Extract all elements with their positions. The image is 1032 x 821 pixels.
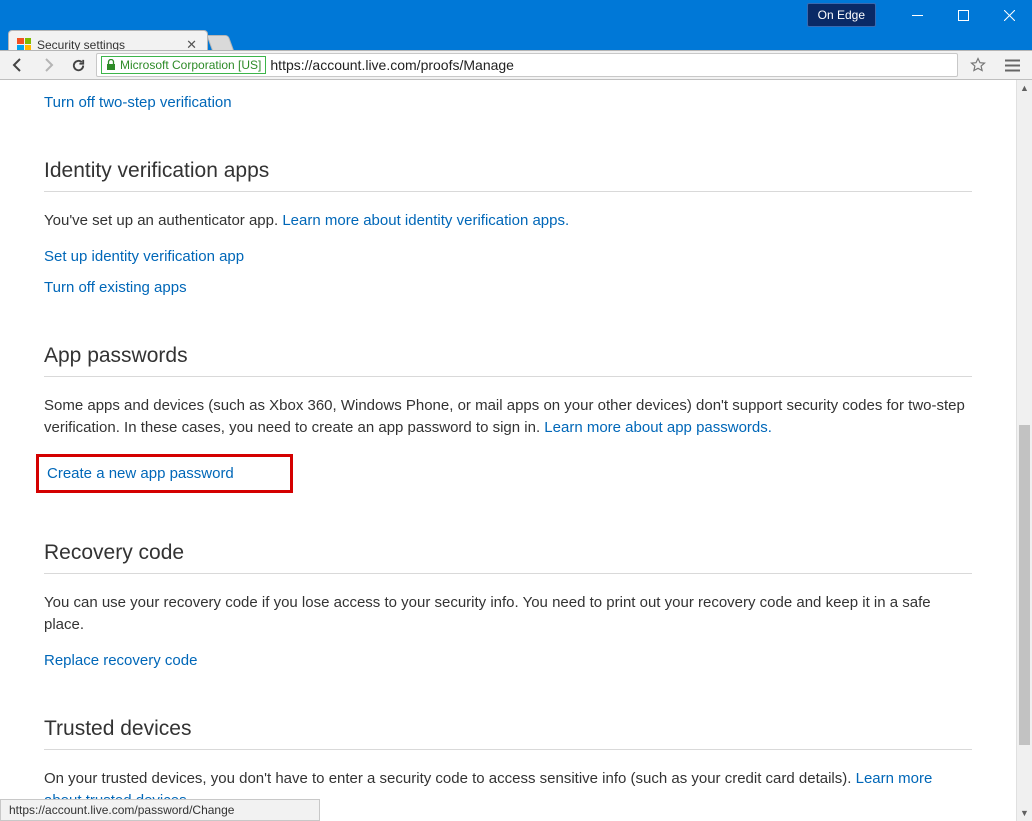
highlight-annotation: Create a new app password — [36, 454, 293, 493]
minimize-button[interactable] — [894, 0, 940, 30]
forward-button[interactable] — [36, 53, 60, 77]
address-bar[interactable]: Microsoft Corporation [US] https://accou… — [96, 53, 958, 77]
identity-text: You've set up an authenticator app. Lear… — [44, 210, 972, 232]
section-app-passwords: App passwords Some apps and devices (suc… — [44, 344, 972, 494]
turn-off-existing-apps-link[interactable]: Turn off existing apps — [44, 279, 972, 296]
vertical-scrollbar[interactable]: ▲ ▼ — [1016, 80, 1032, 821]
back-button[interactable] — [6, 53, 30, 77]
bookmark-star-icon[interactable] — [964, 53, 992, 77]
scroll-thumb[interactable] — [1019, 425, 1030, 745]
app-passwords-heading: App passwords — [44, 344, 972, 377]
maximize-button[interactable] — [940, 0, 986, 30]
url-text: https://account.live.com/proofs/Manage — [270, 57, 514, 73]
scroll-up-arrow-icon[interactable]: ▲ — [1017, 80, 1032, 96]
setup-identity-app-link[interactable]: Set up identity verification app — [44, 248, 972, 265]
identity-learn-more-link[interactable]: Learn more about identity verification a… — [282, 212, 569, 229]
replace-recovery-code-link[interactable]: Replace recovery code — [44, 652, 972, 669]
reload-button[interactable] — [66, 53, 90, 77]
close-button[interactable] — [986, 0, 1032, 30]
on-edge-badge: On Edge — [807, 3, 876, 27]
app-passwords-learn-more-link[interactable]: Learn more about app passwords. — [544, 419, 772, 436]
section-identity-apps: Identity verification apps You've set up… — [44, 159, 972, 296]
create-app-password-link[interactable]: Create a new app password — [47, 465, 234, 482]
hamburger-menu-icon[interactable] — [998, 53, 1026, 77]
page-content: Turn off two-step verification Identity … — [0, 80, 1016, 821]
status-url: https://account.live.com/password/Change — [9, 803, 234, 817]
recovery-text: You can use your recovery code if you lo… — [44, 592, 972, 636]
security-badge[interactable]: Microsoft Corporation [US] — [101, 56, 266, 74]
page-viewport: Turn off two-step verification Identity … — [0, 80, 1032, 821]
section-two-step-tail: Turn off two-step verification — [44, 94, 972, 111]
security-org: Microsoft Corporation [US] — [120, 58, 261, 72]
lock-icon — [106, 59, 116, 71]
recovery-heading: Recovery code — [44, 541, 972, 574]
status-bar: https://account.live.com/password/Change — [0, 799, 320, 821]
app-passwords-text: Some apps and devices (such as Xbox 360,… — [44, 395, 972, 439]
trusted-heading: Trusted devices — [44, 717, 972, 750]
identity-heading: Identity verification apps — [44, 159, 972, 192]
window-titlebar: On Edge — [0, 0, 1032, 30]
section-recovery-code: Recovery code You can use your recovery … — [44, 541, 972, 669]
browser-toolbar: Microsoft Corporation [US] https://accou… — [0, 50, 1032, 80]
turn-off-two-step-link[interactable]: Turn off two-step verification — [44, 94, 972, 111]
scroll-down-arrow-icon[interactable]: ▼ — [1017, 805, 1032, 821]
